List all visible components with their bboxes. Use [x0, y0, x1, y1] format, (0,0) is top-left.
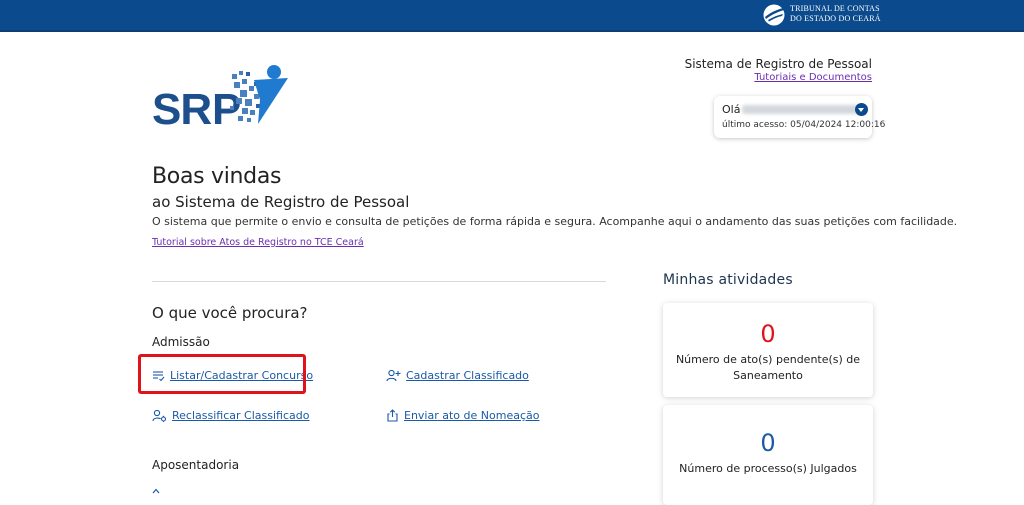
user-name-redacted [742, 105, 860, 114]
tce-logo-icon [763, 4, 787, 26]
pending-acts-count: 0 [760, 320, 776, 348]
tce-org-name: TRIBUNAL DE CONTAS DO ESTADO DO CEARÁ [790, 4, 910, 24]
action-label: Enviar ato de Nomeação [404, 409, 540, 422]
srp-logo-icon: SR P [152, 65, 288, 130]
action-label: Cadastrar Classificado [406, 369, 529, 382]
search-heading: O que você procura? [152, 304, 308, 322]
section-aposentadoria: Aposentadoria [152, 458, 240, 472]
activities-heading: Minhas atividades [663, 272, 793, 288]
tutorials-docs-link[interactable]: Tutoriais e Documentos [754, 72, 872, 83]
pending-acts-label: Número de ato(s) pendente(s) de Saneamen… [675, 353, 861, 382]
user-settings-icon [152, 409, 167, 422]
judged-processes-count: 0 [760, 429, 776, 457]
tce-org-line2: DO ESTADO DO CEARÁ [790, 14, 881, 23]
system-title: Sistema de Registro de Pessoal [684, 57, 872, 71]
section-admissao: Admissão [152, 335, 210, 349]
user-greeting: Olá [722, 103, 741, 116]
svg-text:P: P [212, 85, 241, 130]
chevron-down-icon[interactable] [855, 103, 868, 116]
divider [152, 281, 606, 282]
last-access: último acesso: 05/04/2024 12:00:16 [722, 120, 886, 130]
tutorial-link[interactable]: Tutorial sobre Atos de Registro no TCE C… [152, 237, 364, 248]
page-subtitle: ao Sistema de Registro de Pessoal [152, 193, 410, 211]
user-add-icon [386, 369, 401, 382]
page-description: O sistema que permite o envio e consulta… [152, 215, 958, 228]
send-appointment-act-link[interactable]: Enviar ato de Nomeação [386, 409, 539, 422]
svg-text:SR: SR [152, 85, 211, 130]
judged-processes-card[interactable]: 0 Número de processo(s) Julgados [663, 405, 873, 505]
user-card: Olá último acesso: 05/04/2024 12:00:16 [714, 96, 885, 138]
register-classified-link[interactable]: Cadastrar Classificado [386, 369, 529, 382]
partial-icon [152, 488, 160, 494]
highlight-box [138, 354, 306, 394]
reclassify-classified-link[interactable]: Reclassificar Classificado [152, 409, 309, 422]
judged-processes-label: Número de processo(s) Julgados [679, 462, 857, 475]
page-title: Boas vindas [152, 164, 282, 189]
action-label: Reclassificar Classificado [172, 409, 310, 422]
pending-acts-card[interactable]: 0 Número de ato(s) pendente(s) de Saneam… [663, 303, 873, 397]
tce-org-line1: TRIBUNAL DE CONTAS [790, 4, 880, 13]
top-bar: TRIBUNAL DE CONTAS DO ESTADO DO CEARÁ [0, 0, 1024, 32]
upload-icon [387, 409, 398, 422]
